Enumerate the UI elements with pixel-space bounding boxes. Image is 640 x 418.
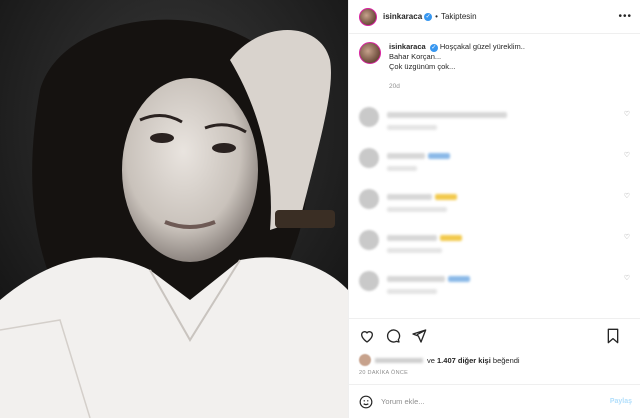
comment-meta-blurred xyxy=(387,289,437,294)
caption-time: 20d xyxy=(389,83,400,90)
likes-count[interactable]: 1.407 diğer kişi xyxy=(437,356,491,365)
action-bar xyxy=(349,318,640,352)
comment-meta-blurred xyxy=(387,207,447,212)
comment-meta-blurred xyxy=(387,248,442,253)
send-icon[interactable] xyxy=(411,328,427,344)
post-caption: isinkaraca ✓ Hoşçakal güzel yüreklim.. B… xyxy=(359,42,630,92)
smiley-icon[interactable] xyxy=(359,395,373,409)
likes-summary: ve 1.407 diğer kişi beğendi xyxy=(349,352,640,368)
comment-emoji-blurred xyxy=(440,235,462,241)
comment-avatar[interactable] xyxy=(359,230,379,250)
caption-verified-icon: ✓ xyxy=(429,44,438,52)
verified-badge-icon: ✓ xyxy=(424,12,433,21)
portrait-image xyxy=(0,0,348,418)
post-header: isinkaraca ✓ • Takiptesin ••• xyxy=(349,0,640,34)
comment-like-icon[interactable]: ♡ xyxy=(624,192,630,200)
caption-avatar[interactable] xyxy=(359,42,381,64)
heart-icon[interactable] xyxy=(359,328,375,344)
comment-emoji-blurred xyxy=(448,276,470,282)
caption-text: isinkaraca ✓ Hoşçakal güzel yüreklim.. B… xyxy=(389,42,525,92)
comment-row: ♡ xyxy=(359,148,630,174)
caption-line-2: Bahar Korçan... xyxy=(389,52,442,61)
likes-suffix: beğendi xyxy=(492,355,520,365)
bookmark-icon[interactable] xyxy=(606,328,620,344)
comment-like-icon[interactable]: ♡ xyxy=(624,110,630,118)
comment-text-blurred xyxy=(387,194,432,200)
more-options-icon[interactable]: ••• xyxy=(618,11,632,22)
comment-input[interactable]: Yorum ekle... xyxy=(381,397,425,406)
author-username[interactable]: isinkaraca xyxy=(383,12,422,21)
instagram-post: isinkaraca ✓ • Takiptesin ••• isinkaraca… xyxy=(0,0,640,418)
comment-row: ♡ xyxy=(359,189,630,215)
comment-like-icon[interactable]: ♡ xyxy=(624,151,630,159)
comment-row: ♡ xyxy=(359,271,630,297)
comment-like-icon[interactable]: ♡ xyxy=(624,274,630,282)
comment-meta-blurred xyxy=(387,125,437,130)
author-avatar[interactable] xyxy=(359,7,377,26)
post-time-ago: 20 DAKİKA ÖNCE xyxy=(359,370,409,376)
comment-icon[interactable] xyxy=(385,328,401,344)
comment-avatar[interactable] xyxy=(359,189,379,209)
comment-row: ♡ xyxy=(359,230,630,256)
comment-avatar[interactable] xyxy=(359,107,379,127)
comment-emoji-blurred xyxy=(428,153,450,159)
comment-like-icon[interactable]: ♡ xyxy=(624,233,630,241)
comment-text-blurred xyxy=(387,276,445,282)
liker-name-blurred[interactable] xyxy=(375,357,423,363)
add-comment-bar: Yorum ekle... Paylaş xyxy=(349,384,640,418)
separator-dot: • xyxy=(435,12,438,21)
post-comment-button[interactable]: Paylaş xyxy=(610,398,632,405)
post-sidebar: isinkaraca ✓ • Takiptesin ••• isinkaraca… xyxy=(348,0,640,418)
comment-row: ♡ xyxy=(359,107,630,133)
post-photo[interactable] xyxy=(0,0,348,418)
comment-text-blurred xyxy=(387,112,507,118)
comment-text-blurred xyxy=(387,235,437,241)
comment-emoji-blurred xyxy=(435,194,457,200)
comments-section: isinkaraca ✓ Hoşçakal güzel yüreklim.. B… xyxy=(349,34,640,318)
liker-avatar[interactable] xyxy=(359,354,371,366)
caption-username[interactable]: isinkaraca xyxy=(389,42,426,51)
likes-connector: ve xyxy=(427,355,435,365)
follow-status[interactable]: Takiptesin xyxy=(441,12,477,21)
comment-text-blurred xyxy=(387,153,425,159)
caption-line-1: Hoşçakal güzel yüreklim.. xyxy=(439,42,525,51)
comment-avatar[interactable] xyxy=(359,148,379,168)
caption-line-3: Çok üzgünüm çok... xyxy=(389,62,456,71)
comment-meta-blurred xyxy=(387,166,417,171)
comment-avatar[interactable] xyxy=(359,271,379,291)
